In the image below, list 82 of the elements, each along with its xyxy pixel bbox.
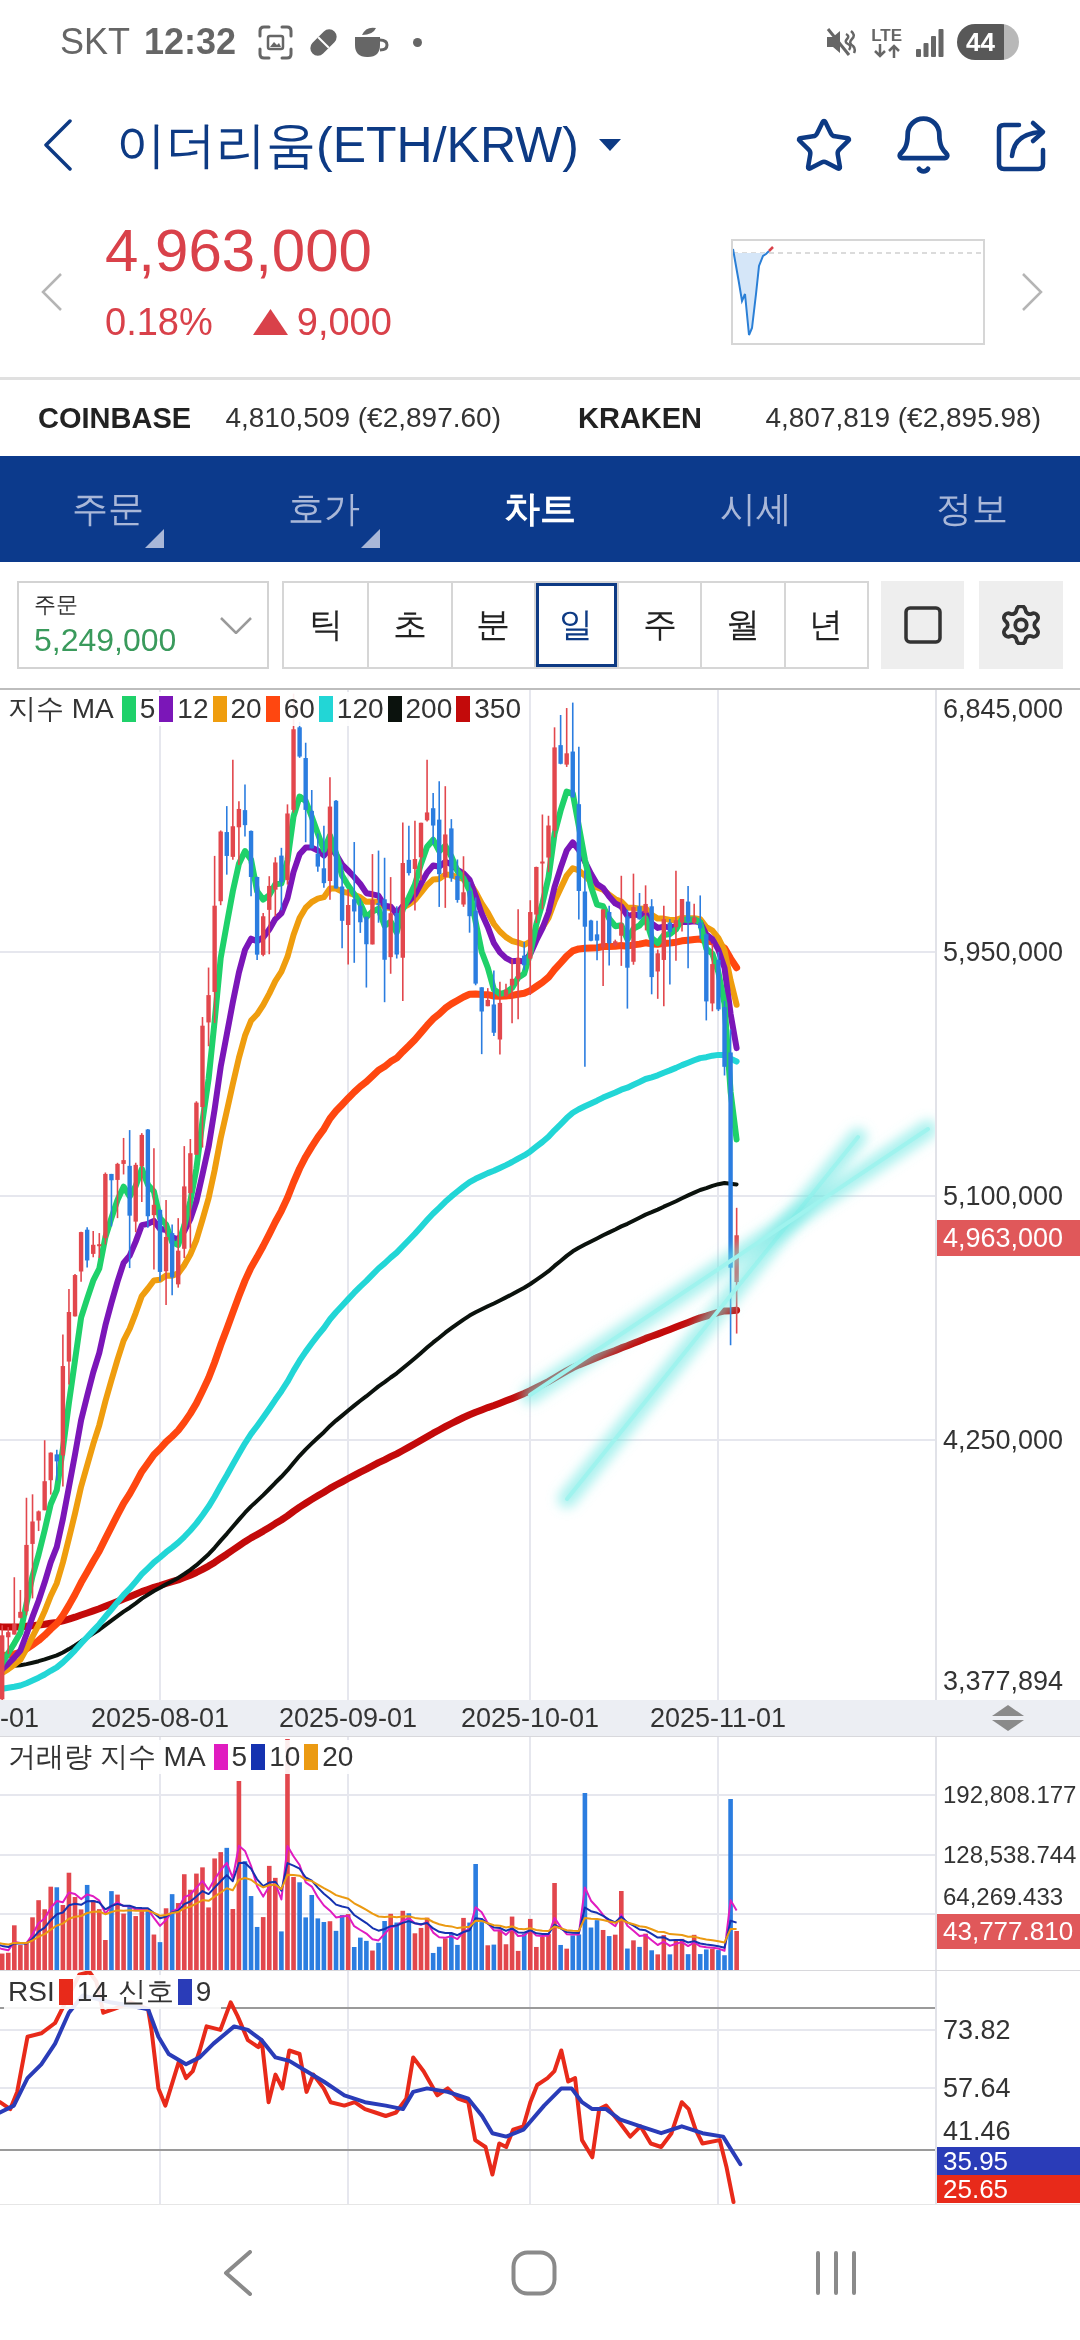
axis-tick-label: 5,950,000 — [943, 937, 1064, 967]
alert-button[interactable] — [897, 116, 950, 174]
axis-tick-label: 4,250,000 — [943, 1425, 1064, 1455]
axis-tick-label: 3,377,894 — [943, 1666, 1064, 1696]
change-rate: 0.18% — [105, 300, 213, 344]
exchange-name: COINBASE — [38, 401, 192, 435]
axis-tick-label: 192,808.177 — [943, 1780, 1077, 1810]
tab[interactable]: 정보 — [864, 456, 1080, 562]
caret-icon — [598, 139, 621, 151]
resize-handle-icon[interactable] — [991, 1705, 1024, 1731]
coffee-cup-icon — [353, 25, 390, 59]
square-toggle-button[interactable] — [881, 581, 964, 669]
tab[interactable]: 시세 — [648, 456, 864, 562]
axis-tick-label: 64,269.433 — [943, 1882, 1064, 1912]
indicator-title: 거래량 지수 MA — [8, 1740, 206, 1774]
mute-icon — [825, 26, 858, 58]
axis-tick-label: 6,845,000 — [943, 694, 1064, 724]
change-amount: 9,000 — [296, 300, 392, 344]
settings-button[interactable] — [979, 581, 1063, 669]
period-label: 200 — [405, 692, 453, 726]
screenshot-icon — [258, 24, 294, 60]
battery-indicator: 44 — [957, 24, 1019, 60]
indicator-value-label: 35.95 — [937, 2147, 1080, 2175]
axis-tick-label: 57.64 — [943, 2073, 1011, 2103]
indicator-title: RSI — [8, 1975, 55, 2009]
field-value: 5,249,000 — [34, 621, 177, 659]
notification-dot-icon — [413, 37, 423, 47]
bell-icon — [897, 116, 950, 174]
period-label: 10 — [269, 1740, 301, 1774]
back-nav-button[interactable] — [223, 2249, 253, 2296]
period-label: 12 — [177, 692, 209, 726]
indicator-value-label: 25.65 — [937, 2175, 1080, 2203]
axis-tick-label: 73.82 — [943, 2015, 1011, 2045]
period-label: 20 — [322, 1740, 354, 1774]
current-price-label: 4,963,000 — [937, 1220, 1080, 1256]
tab[interactable]: 호가 — [216, 456, 432, 562]
tab[interactable]: 주문 — [0, 456, 216, 562]
back-button[interactable] — [43, 119, 73, 171]
period-label: 60 — [283, 692, 315, 726]
settings-icon — [1001, 605, 1041, 645]
back-icon — [43, 119, 73, 171]
recents-icon — [815, 2250, 857, 2295]
clock-time: 12:32 — [144, 21, 237, 63]
carrier-name: SKT — [60, 21, 130, 63]
network-type-label: LTE — [871, 26, 902, 44]
period-label: 14 — [76, 1975, 108, 2009]
period-label: 20 — [230, 692, 262, 726]
axis-tick-label: 128,538.744 — [943, 1840, 1077, 1870]
current-volume-label: 43,777.810 — [937, 1914, 1080, 1949]
back-icon — [223, 2249, 253, 2296]
period-label: 9 — [195, 1975, 212, 2009]
star-icon — [796, 118, 852, 172]
signal-icon — [916, 27, 944, 57]
current-price: 4,963,000 — [105, 218, 373, 284]
period-label: 5 — [139, 692, 156, 726]
tab[interactable]: 차트 — [432, 456, 648, 562]
exchange-price: 4,810,509 (€2,897.60) — [225, 402, 501, 434]
favorite-button[interactable] — [796, 118, 852, 172]
date-label: 2025-10-01 — [460, 1702, 600, 1735]
exchange-name: KRAKEN — [578, 401, 703, 435]
indicator-title: 지수 MA — [8, 692, 114, 726]
axis-tick-label: 5,100,000 — [943, 1181, 1064, 1211]
home-button[interactable] — [511, 2249, 557, 2296]
date-label: 2025-11-01 — [649, 1702, 787, 1735]
date-label: 2025-08-01 — [90, 1702, 230, 1735]
period-tab[interactable]: 일 — [533, 583, 618, 667]
date-label: 2025-09-01 — [278, 1702, 418, 1735]
axis-tick-label: 41.46 — [943, 2116, 1011, 2146]
period-label: 120 — [336, 692, 384, 726]
coin-selector[interactable]: 이더리움(ETH/KRW) — [116, 111, 621, 179]
square-icon — [903, 606, 942, 644]
indicator-title: 신호 — [117, 1975, 174, 2009]
exchange-price: 4,807,819 (€2,895.98) — [765, 402, 1041, 434]
data-arrows-icon — [871, 43, 902, 58]
field-label: 주문 — [34, 591, 79, 619]
date-label: -01 — [0, 1702, 40, 1735]
home-icon — [511, 2249, 557, 2296]
period-label: 350 — [474, 692, 521, 726]
recents-button[interactable] — [815, 2250, 857, 2295]
period-label: 5 — [231, 1740, 248, 1774]
chevron-down-icon — [220, 616, 252, 634]
order-type-dropdown[interactable]: 주문 5,249,000 — [17, 581, 269, 669]
